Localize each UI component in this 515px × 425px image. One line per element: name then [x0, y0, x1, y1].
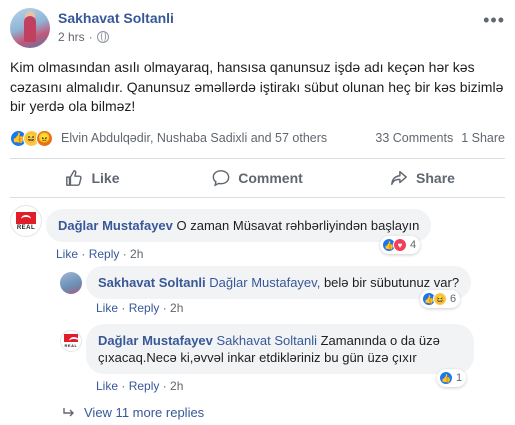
reactors-text[interactable]: Elvin Abdulqədir, Nushaba Sadixli and 57… — [61, 131, 327, 145]
comment-item: REAL Dağlar Mustafayev O zaman Müsavat r… — [10, 205, 505, 265]
comment-like-link[interactable]: Like — [56, 247, 78, 261]
comment-label: Comment — [238, 170, 303, 186]
comment-reply-link[interactable]: Reply — [89, 247, 120, 261]
divider-bottom — [10, 197, 505, 198]
comment-time[interactable]: 2h — [130, 247, 143, 261]
real-flag-icon — [16, 211, 36, 224]
comment-icon — [212, 170, 230, 187]
replier-name[interactable]: Sakhavat Soltanli — [98, 275, 206, 290]
reply-like-link[interactable]: Like — [96, 301, 118, 315]
reply-reactions[interactable]: 👍 😆 6 — [420, 290, 461, 308]
reaction-count: 1 — [456, 372, 463, 384]
commenter-avatar[interactable]: REAL — [10, 205, 42, 237]
reply-like-link[interactable]: Like — [96, 379, 118, 393]
replier-avatar[interactable]: REAL — [60, 330, 82, 352]
reply-text: belə bir sübutunuz var? — [323, 275, 460, 290]
reply-meta: Like · Reply · 2h — [96, 379, 184, 393]
haha-reaction-icon: 😆 — [433, 292, 447, 306]
comment-text: O zaman Müsavat rəhbərliyindən başlayın — [176, 218, 420, 233]
real-flag-icon — [64, 334, 79, 342]
post-actions: Like Comment Share — [10, 161, 505, 195]
thumbs-up-icon — [66, 170, 83, 186]
like-button[interactable]: Like — [10, 161, 175, 195]
commenter-name[interactable]: Dağlar Mustafayev — [58, 218, 173, 233]
reactions-summary: 👍 😆 😠 Elvin Abdulqədir, Nushaba Sadixli … — [10, 127, 505, 149]
like-reaction-icon: 👍 — [439, 371, 453, 385]
comments-count[interactable]: 33 Comments — [375, 131, 453, 145]
shares-count[interactable]: 1 Share — [461, 131, 505, 145]
reaction-count: 4 — [410, 239, 417, 251]
like-label: Like — [91, 170, 120, 186]
reaction-icons[interactable]: 👍 😆 😠 — [10, 129, 53, 147]
post-time[interactable]: 2 hrs — [58, 30, 85, 44]
post-text: Kim olmasından asılı olmayaraq, hansısa … — [10, 59, 504, 114]
share-icon — [391, 170, 407, 186]
mention-tag[interactable]: Dağlar Mustafayev, — [209, 275, 320, 290]
avatar-figure — [24, 16, 36, 42]
reply-meta: Like · Reply · 2h — [96, 301, 184, 315]
reply-reply-link[interactable]: Reply — [129, 301, 160, 315]
divider-top — [10, 158, 505, 159]
share-label: Share — [416, 170, 455, 186]
more-options-icon[interactable]: ••• — [483, 10, 505, 31]
avatar-label: REAL — [16, 224, 36, 231]
angry-reaction-icon: 😠 — [36, 129, 53, 147]
reaction-count: 6 — [450, 293, 457, 305]
reply-item: Sakhavat Soltanli Dağlar Mustafayev, bel… — [60, 266, 505, 316]
view-more-replies[interactable]: View 11 more replies — [62, 405, 204, 420]
reply-reactions[interactable]: 👍 1 — [437, 369, 467, 387]
reply-text-line1: Zamanında o da üzə — [320, 333, 440, 348]
comments-section: REAL Dağlar Mustafayev O zaman Müsavat r… — [0, 200, 515, 425]
comment-button[interactable]: Comment — [175, 161, 340, 195]
post-meta: 2 hrs · — [58, 30, 109, 44]
reply-item: REAL Dağlar Mustafayev Sakhavat Soltanli… — [60, 324, 505, 396]
reply-time[interactable]: 2h — [170, 301, 183, 315]
globe-icon — [96, 31, 109, 43]
comment-bubble: Dağlar Mustafayev O zaman Müsavat rəhbər… — [46, 209, 432, 242]
author-avatar[interactable] — [10, 8, 50, 48]
reply-text-line2: çıxacaq.Necə ki,əvvəl inkar etdikləriniz… — [98, 350, 417, 365]
love-reaction-icon: ♥ — [393, 238, 407, 252]
meta-separator: · — [88, 30, 93, 44]
author-name[interactable]: Sakhavat Soltanli — [58, 10, 174, 26]
replier-name[interactable]: Dağlar Mustafayev — [98, 333, 213, 348]
replier-avatar[interactable] — [60, 272, 82, 294]
reply-bubble: Dağlar Mustafayev Sakhavat Soltanli Zama… — [86, 324, 474, 374]
post-header: Sakhavat Soltanli 2 hrs · ••• — [10, 8, 505, 54]
comment-meta: Like · Reply · 2h — [56, 247, 144, 261]
reply-bubble: Sakhavat Soltanli Dağlar Mustafayev, bel… — [86, 266, 472, 299]
share-button[interactable]: Share — [340, 161, 505, 195]
reply-reply-link[interactable]: Reply — [129, 379, 160, 393]
reply-arrow-icon — [63, 407, 74, 416]
engagement-counts: 33 Comments 1 Share — [375, 131, 505, 145]
reply-time[interactable]: 2h — [170, 379, 183, 393]
view-more-label: View 11 more replies — [84, 405, 205, 420]
comment-reactions[interactable]: 👍 ♥ 4 — [380, 236, 421, 254]
mention-tag[interactable]: Sakhavat Soltanli — [217, 333, 317, 348]
